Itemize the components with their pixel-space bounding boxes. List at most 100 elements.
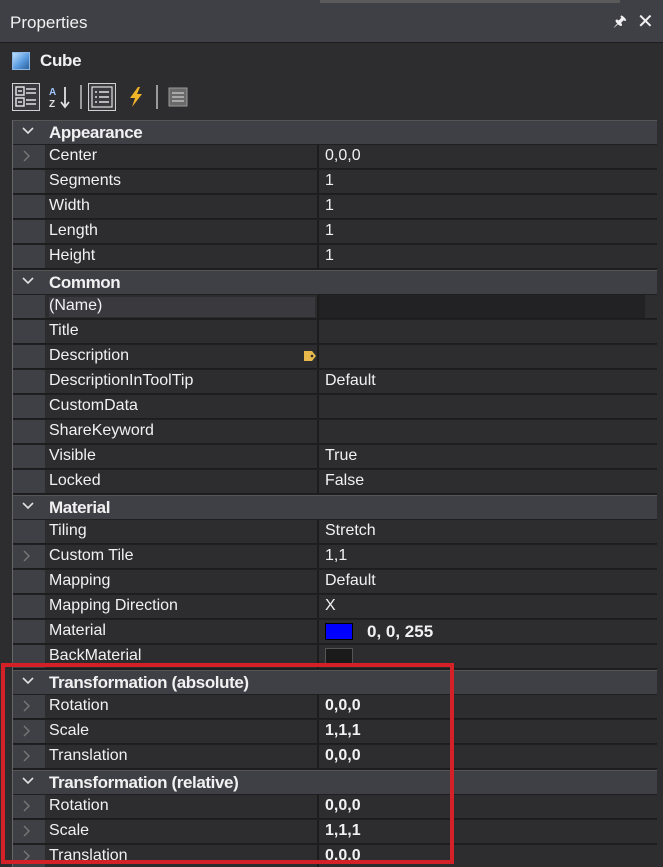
- column-divider[interactable]: [317, 745, 319, 768]
- expand-chevron-icon[interactable]: [23, 700, 31, 712]
- property-row[interactable]: Mapping Default: [13, 570, 657, 594]
- property-value[interactable]: 1: [325, 172, 645, 192]
- property-value[interactable]: Default: [325, 572, 645, 592]
- expand-chevron-icon[interactable]: [23, 550, 31, 562]
- column-divider[interactable]: [317, 520, 319, 543]
- collapse-chevron-icon[interactable]: [21, 124, 35, 138]
- property-value[interactable]: 0,0,0: [325, 147, 645, 167]
- property-value[interactable]: 1,1,1: [325, 822, 645, 842]
- alphabetical-sort-button[interactable]: A Z: [46, 83, 74, 111]
- property-row[interactable]: Tiling Stretch: [13, 520, 657, 544]
- property-row[interactable]: Scale 1,1,1: [13, 820, 657, 844]
- category-transformation-absolute[interactable]: Transformation (absolute): [13, 670, 657, 694]
- column-divider[interactable]: [317, 470, 319, 493]
- category-transformation-relative[interactable]: Transformation (relative): [13, 770, 657, 794]
- property-value[interactable]: [319, 295, 645, 318]
- expand-chevron-icon[interactable]: [23, 725, 31, 737]
- property-row[interactable]: ShareKeyword: [13, 420, 657, 444]
- column-divider[interactable]: [317, 395, 319, 418]
- property-row[interactable]: Visible True: [13, 445, 657, 469]
- categorized-view-button[interactable]: [12, 83, 40, 111]
- property-value[interactable]: [325, 397, 645, 417]
- category-common[interactable]: Common: [13, 270, 657, 294]
- property-value[interactable]: [325, 322, 645, 342]
- column-divider[interactable]: [317, 245, 319, 268]
- property-row[interactable]: Scale 1,1,1: [13, 720, 657, 744]
- column-divider[interactable]: [317, 345, 319, 368]
- property-row[interactable]: Material 0, 0, 255: [13, 620, 657, 644]
- collapse-chevron-icon[interactable]: [21, 674, 35, 688]
- property-value[interactable]: 1: [325, 222, 645, 242]
- property-row[interactable]: Width 1: [13, 195, 657, 219]
- column-divider[interactable]: [317, 595, 319, 618]
- column-divider[interactable]: [317, 420, 319, 443]
- property-row[interactable]: Mapping Direction X: [13, 595, 657, 619]
- pin-icon[interactable]: 🖈︎: [613, 11, 627, 36]
- category-material[interactable]: Material: [13, 495, 657, 519]
- column-divider[interactable]: [317, 845, 319, 867]
- color-swatch[interactable]: [325, 623, 353, 640]
- column-divider[interactable]: [317, 145, 319, 168]
- column-divider[interactable]: [317, 445, 319, 468]
- property-value[interactable]: 0,0,0: [325, 747, 645, 767]
- collapse-chevron-icon[interactable]: [21, 499, 35, 513]
- property-row[interactable]: Custom Tile 1,1: [13, 545, 657, 569]
- property-row[interactable]: Rotation 0,0,0: [13, 695, 657, 719]
- property-value[interactable]: 0,0,0: [325, 847, 645, 867]
- column-divider[interactable]: [317, 370, 319, 393]
- category-appearance[interactable]: Appearance: [13, 120, 657, 144]
- property-value[interactable]: Default: [325, 372, 645, 392]
- property-row[interactable]: Translation 0,0,0: [13, 845, 657, 867]
- expand-chevron-icon[interactable]: [23, 825, 31, 837]
- column-divider[interactable]: [317, 820, 319, 843]
- property-value[interactable]: False: [325, 472, 645, 492]
- property-row[interactable]: Description: [13, 345, 657, 369]
- property-row[interactable]: BackMaterial: [13, 645, 657, 669]
- property-row-selected[interactable]: (Name): [13, 295, 657, 319]
- property-value[interactable]: Stretch: [325, 522, 645, 542]
- property-value[interactable]: 1,1: [325, 547, 645, 567]
- column-divider[interactable]: [317, 545, 319, 568]
- close-icon[interactable]: ✕: [637, 9, 654, 34]
- property-value[interactable]: 0,0,0: [325, 697, 645, 717]
- property-pages-button[interactable]: [164, 83, 192, 111]
- property-value[interactable]: 1: [325, 247, 645, 267]
- expand-chevron-icon[interactable]: [23, 850, 31, 862]
- collapse-chevron-icon[interactable]: [21, 274, 35, 288]
- property-value[interactable]: X: [325, 597, 645, 617]
- property-value[interactable]: 1,1,1: [325, 722, 645, 742]
- property-value[interactable]: True: [325, 447, 645, 467]
- property-row[interactable]: Locked False: [13, 470, 657, 494]
- property-value[interactable]: 1: [325, 197, 645, 217]
- property-value[interactable]: [325, 422, 645, 442]
- column-divider[interactable]: [317, 645, 319, 668]
- column-divider[interactable]: [317, 570, 319, 593]
- collapse-chevron-icon[interactable]: [21, 774, 35, 788]
- property-value[interactable]: [325, 347, 645, 367]
- column-divider[interactable]: [317, 320, 319, 343]
- column-divider[interactable]: [317, 170, 319, 193]
- property-value[interactable]: 0,0,0: [325, 797, 645, 817]
- property-value[interactable]: 0, 0, 255: [367, 622, 433, 642]
- expand-chevron-icon[interactable]: [23, 800, 31, 812]
- column-divider[interactable]: [317, 720, 319, 743]
- column-divider[interactable]: [317, 220, 319, 243]
- column-divider[interactable]: [317, 195, 319, 218]
- column-divider[interactable]: [317, 695, 319, 718]
- column-divider[interactable]: [317, 795, 319, 818]
- properties-view-button[interactable]: [88, 83, 116, 111]
- property-row[interactable]: Height 1: [13, 245, 657, 269]
- property-row[interactable]: CustomData: [13, 395, 657, 419]
- property-row[interactable]: Rotation 0,0,0: [13, 795, 657, 819]
- property-row[interactable]: DescriptionInToolTip Default: [13, 370, 657, 394]
- property-row[interactable]: Title: [13, 320, 657, 344]
- expand-chevron-icon[interactable]: [23, 150, 31, 162]
- expand-chevron-icon[interactable]: [23, 750, 31, 762]
- events-view-button[interactable]: [122, 83, 150, 111]
- property-row[interactable]: Translation 0,0,0: [13, 745, 657, 769]
- property-row[interactable]: Segments 1: [13, 170, 657, 194]
- property-row[interactable]: Length 1: [13, 220, 657, 244]
- property-row[interactable]: Center 0,0,0: [13, 145, 657, 169]
- color-swatch[interactable]: [325, 648, 353, 665]
- column-divider[interactable]: [317, 620, 319, 643]
